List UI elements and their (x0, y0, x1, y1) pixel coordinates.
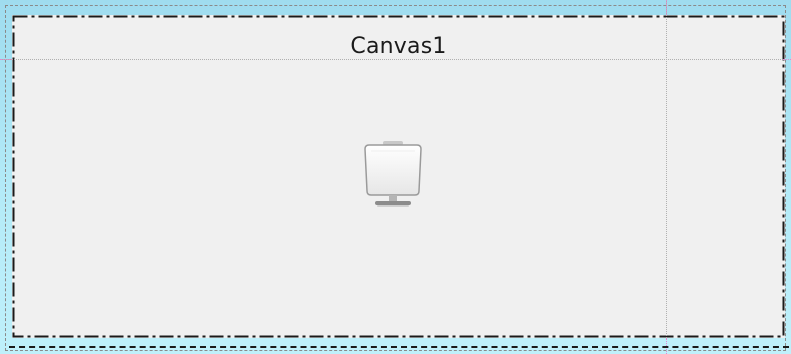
guide-marker (0, 59, 12, 60)
guide-marker (666, 338, 667, 354)
guide-marker (666, 0, 667, 15)
design-surface[interactable]: Canvas1 (0, 0, 791, 354)
selection-frame-bottom (9, 346, 789, 348)
canvas-title: Canvas1 (350, 34, 447, 59)
canvas-panel[interactable]: Canvas1 (12, 15, 785, 338)
guide-marker (783, 59, 791, 60)
monitor-icon[interactable] (361, 139, 425, 213)
